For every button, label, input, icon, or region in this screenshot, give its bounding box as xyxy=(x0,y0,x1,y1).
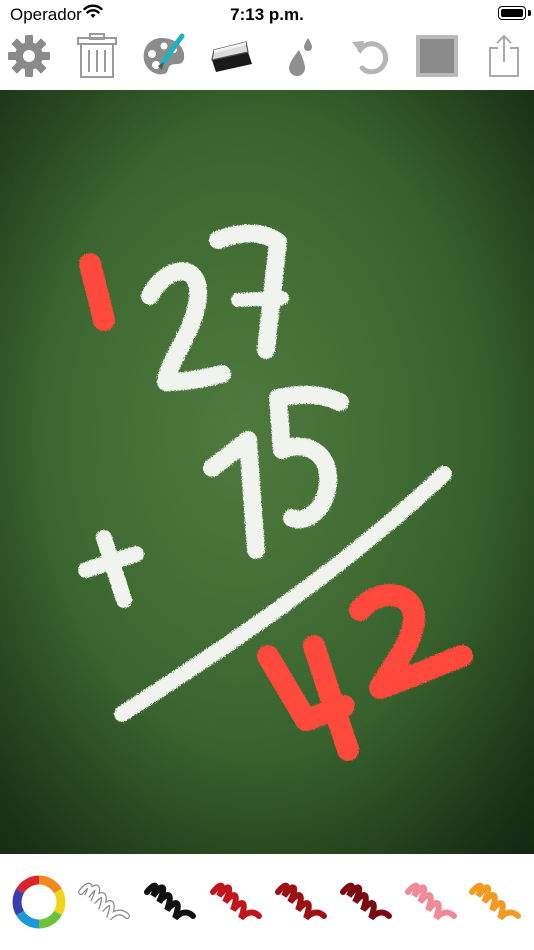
share-button[interactable] xyxy=(480,30,528,82)
share-icon xyxy=(489,34,519,77)
eraser-button[interactable] xyxy=(207,30,255,82)
brush-maroon-button[interactable] xyxy=(337,872,397,932)
undo-button[interactable] xyxy=(346,30,394,82)
brush-white-button[interactable] xyxy=(75,872,135,932)
brush-red-button[interactable] xyxy=(207,872,267,932)
background-button[interactable] xyxy=(413,30,461,82)
undo-icon xyxy=(352,41,389,75)
brush-orange-button[interactable] xyxy=(466,872,526,932)
clock: 7:13 p.m. xyxy=(230,5,304,24)
brush-pink-button[interactable] xyxy=(402,872,462,932)
brush-stroke-orange-icon xyxy=(469,882,521,921)
drawing-canvas[interactable] xyxy=(0,90,534,854)
status-bar: Operador 7:13 p.m. xyxy=(0,0,534,30)
brush-stroke-white-icon xyxy=(78,882,130,921)
palette-icon xyxy=(143,33,185,75)
color-wheel-button[interactable] xyxy=(9,872,69,932)
drop-icon xyxy=(289,38,312,76)
color-palette xyxy=(0,854,534,950)
trash-icon xyxy=(77,33,117,78)
clear-button[interactable] xyxy=(73,30,121,82)
opacity-button[interactable] xyxy=(273,30,321,82)
brush-stroke-dark-red-icon xyxy=(275,882,327,921)
toolbar xyxy=(0,30,534,86)
color-wheel-icon xyxy=(12,875,66,929)
eraser-icon xyxy=(211,41,252,72)
gear-icon xyxy=(8,35,50,77)
settings-button[interactable] xyxy=(5,30,53,82)
brush-black-button[interactable] xyxy=(141,872,201,932)
brush-stroke-maroon-icon xyxy=(340,882,392,921)
chalkboard-drawing xyxy=(0,90,534,854)
brush-stroke-pink-icon xyxy=(405,882,457,921)
red-carry-mark xyxy=(79,253,115,331)
brush-stroke-black-icon xyxy=(144,882,196,921)
background-icon xyxy=(416,35,458,77)
brush-settings-button[interactable] xyxy=(140,30,188,82)
brush-dark-red-button[interactable] xyxy=(272,872,332,932)
brush-stroke-red-icon xyxy=(210,882,262,921)
battery-icon xyxy=(498,6,526,20)
